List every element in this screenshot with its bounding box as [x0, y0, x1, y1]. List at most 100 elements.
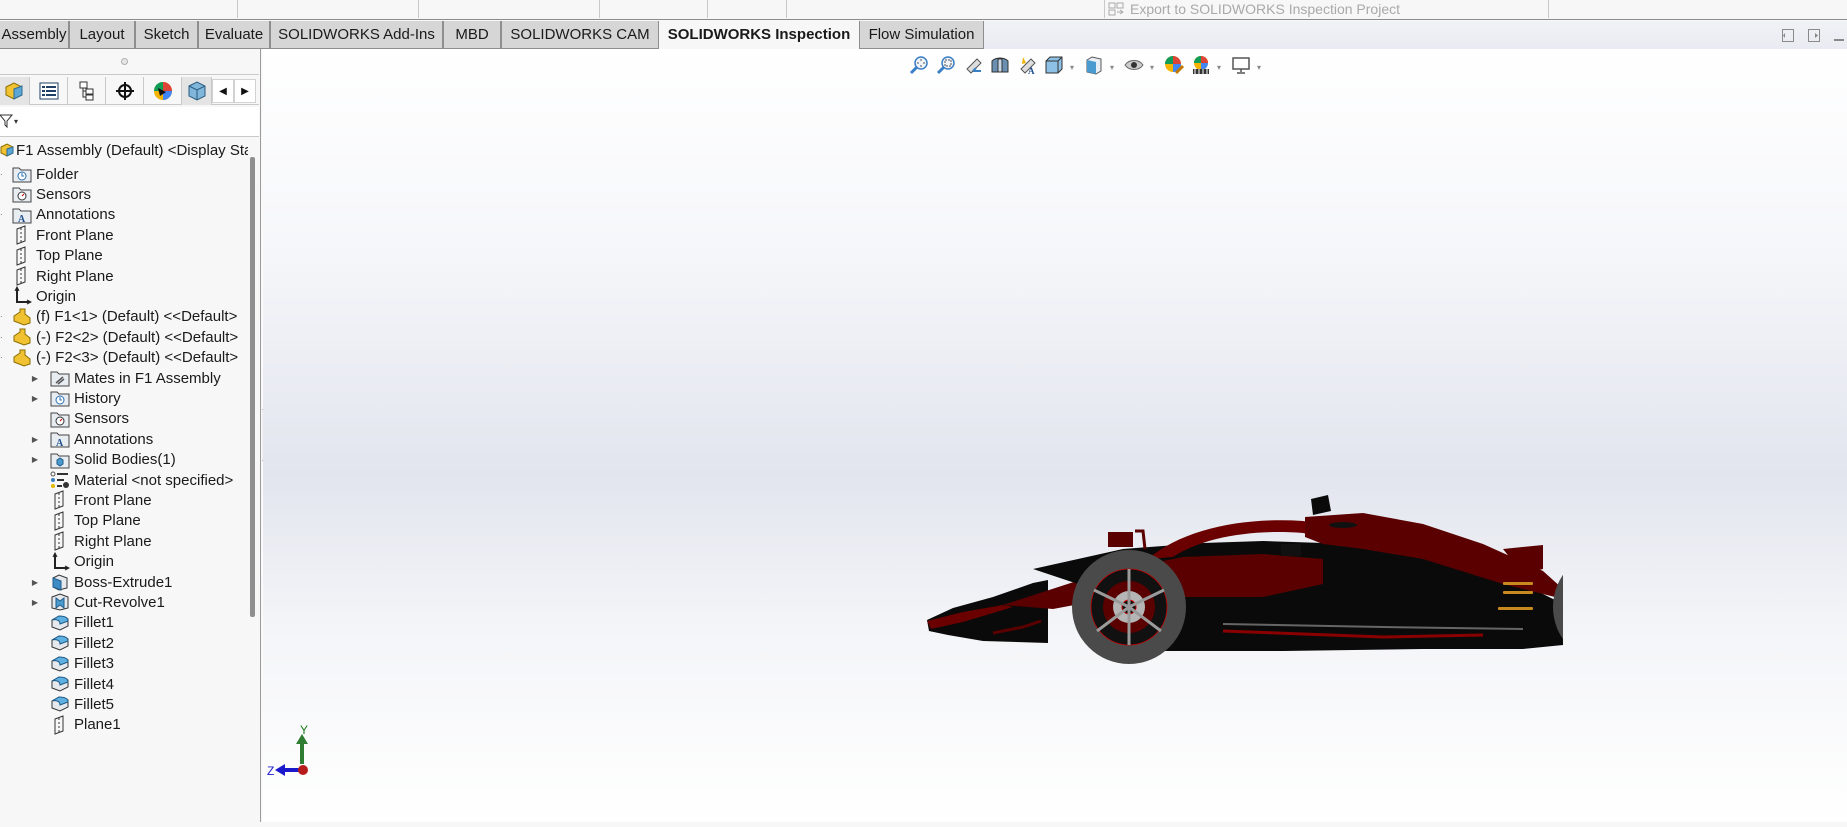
separator [1548, 0, 1549, 18]
zoom-to-area-button[interactable] [935, 55, 957, 80]
dimxpert-manager-icon [115, 82, 134, 100]
section-view-button[interactable] [989, 56, 1011, 78]
expand-toggle-icon[interactable]: · [0, 312, 12, 321]
cam-feature-tree-tab[interactable] [182, 77, 212, 105]
tile-right-button[interactable] [1808, 29, 1820, 42]
f1-car-model[interactable] [663, 409, 1563, 669]
front-wheel [1072, 550, 1186, 664]
tree-scrollbar[interactable] [250, 157, 255, 617]
tree-item-label: Fillet5 [74, 695, 115, 713]
tree-item-label: (-) F2<3> (Default) <<Default> [36, 349, 239, 367]
tab-flow-simulation[interactable]: Flow Simulation [859, 21, 984, 49]
triad-z-label: Z [267, 764, 274, 778]
tab-assembly[interactable]: Assembly [0, 21, 69, 49]
export-to-inspection-project-button[interactable]: Export to SOLIDWORKS Inspection Project [1108, 0, 1400, 18]
scroll-tabs-right-button[interactable]: ▶ [234, 79, 256, 103]
tree-root-label: F1 Assembly (Default) <Display Sta [16, 141, 248, 159]
annotations-folder-icon: A [50, 429, 70, 449]
suspension-rear-mid [1503, 591, 1533, 594]
tree-item-label: Plane1 [74, 716, 121, 734]
tree-item-label: Right Plane [74, 532, 152, 550]
tab-layout[interactable]: Layout [69, 21, 135, 49]
dropdown-arrow-icon[interactable]: ▾ [1257, 63, 1265, 72]
history-folder-icon [50, 388, 70, 408]
minimize-button[interactable] [1834, 39, 1844, 41]
cam-feature-tree-icon [188, 81, 205, 101]
dropdown-arrow-icon[interactable]: ▾ [1217, 63, 1225, 72]
dropdown-arrow-icon[interactable]: ▾ [1110, 63, 1118, 72]
plane-icon [50, 511, 70, 531]
front-brake-duct [1108, 532, 1133, 547]
tree-item-label: Annotations [74, 430, 154, 448]
export-icon [1108, 2, 1124, 16]
manager-tabs: ◀ ▶ [0, 77, 259, 105]
fillet-icon [50, 633, 70, 653]
edit-appearance-button[interactable] [1163, 55, 1185, 78]
previous-view-button[interactable] [962, 56, 984, 78]
tree-item-label: Boss-Extrude1 [74, 573, 173, 591]
expand-toggle-icon[interactable]: ▶ [20, 455, 50, 464]
apply-scene-button[interactable] [1190, 55, 1212, 78]
expand-toggle-icon[interactable]: · [0, 170, 12, 179]
dropdown-arrow-icon[interactable]: ▾ [1070, 63, 1078, 72]
dropdown-arrow-icon[interactable]: ▾ [1150, 63, 1158, 72]
tree-item-label: (f) F1<1> (Default) <<Default> [36, 308, 238, 326]
triad-x-axis [298, 765, 308, 775]
tree-item-label: Mates in F1 Assembly [74, 369, 221, 387]
tab-solidworks-cam[interactable]: SOLIDWORKS CAM [501, 21, 659, 49]
scroll-tabs-left-button[interactable]: ◀ [212, 79, 234, 103]
hide-show-items-button[interactable] [1123, 56, 1145, 78]
tree-item-label: Annotations [36, 206, 116, 224]
tree-root-f1-assembly[interactable]: F1 Assembly (Default) <Display Sta [0, 138, 248, 162]
zoom-to-area-icon [936, 55, 956, 80]
expand-toggle-icon[interactable]: ▶ [20, 374, 50, 383]
tab-evaluate[interactable]: Evaluate [198, 21, 270, 49]
svg-text:A: A [1028, 66, 1035, 75]
view-settings-button[interactable] [1230, 56, 1252, 78]
view-orientation-icon [1044, 55, 1064, 80]
fillet-icon [50, 613, 70, 633]
tab-solidworks-inspection[interactable]: SOLIDWORKS Inspection [659, 21, 859, 49]
expand-toggle-icon[interactable]: · [0, 353, 12, 362]
assembly-icon [0, 140, 14, 160]
tab-sketch[interactable]: Sketch [135, 21, 198, 49]
dynamic-annotation-views-icon: A [1017, 55, 1037, 80]
tree-item-label: Origin [36, 287, 77, 305]
display-manager-icon [153, 82, 172, 100]
origin-icon [12, 286, 32, 306]
dynamic-annotation-views-button[interactable]: A [1016, 56, 1038, 78]
feature-manager-tab[interactable] [0, 77, 30, 105]
previous-view-icon [963, 55, 983, 80]
expand-toggle-icon[interactable]: ▶ [20, 598, 50, 607]
tree-item-label: Fillet1 [74, 614, 115, 632]
expand-toggle-icon[interactable]: ▶ [20, 578, 50, 587]
part-icon [12, 348, 32, 368]
configuration-manager-tab[interactable] [68, 77, 106, 105]
display-manager-tab[interactable] [144, 77, 182, 105]
dimxpert-manager-tab[interactable] [106, 77, 144, 105]
graphics-area[interactable]: A ▾ ▾ ▾ ▾ ▾ Y Z [263, 49, 1847, 822]
tab-solidworks-add-ins[interactable]: SOLIDWORKS Add-Ins [270, 21, 443, 49]
separator [418, 0, 419, 18]
tab-mbd[interactable]: MBD [443, 21, 501, 49]
tree-item-label: Solid Bodies(1) [74, 451, 176, 469]
expand-toggle-icon[interactable]: ▶ [20, 394, 50, 403]
expand-toggle-icon[interactable]: · [0, 333, 12, 342]
filter-button[interactable]: ▾ [0, 113, 18, 129]
feature-tree: F1 Assembly (Default) <Display Sta · Fold… [0, 137, 248, 827]
expand-toggle-icon[interactable]: · [0, 210, 12, 219]
tree-item[interactable]: Plane1 [20, 713, 121, 737]
mirror-left [1281, 544, 1301, 556]
view-orientation-button[interactable] [1043, 56, 1065, 78]
separator [237, 0, 238, 18]
tile-left-button[interactable] [1782, 29, 1794, 42]
boss-extrude-icon [50, 572, 70, 592]
panel-collapse-handle[interactable] [0, 49, 259, 75]
expand-toggle-icon[interactable]: ▶ [20, 435, 50, 444]
zoom-to-fit-button[interactable] [908, 55, 930, 78]
plane-icon [12, 266, 32, 286]
tree-item-label: (-) F2<2> (Default) <<Default> [36, 328, 239, 346]
property-manager-tab[interactable] [30, 77, 68, 105]
display-style-button[interactable] [1083, 55, 1105, 78]
suspension-rear-lower [1498, 607, 1533, 610]
